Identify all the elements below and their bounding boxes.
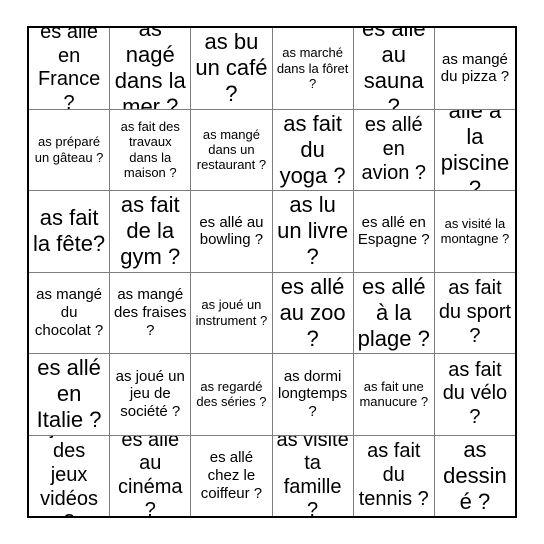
bingo-cell-label: as nagé dans la mer ? [114, 28, 186, 109]
bingo-cell[interactable]: es allé au cinéma ? [109, 435, 190, 517]
bingo-cell-label: as fait la fête? [33, 205, 106, 257]
bingo-cell[interactable]: allé à la piscine ? [433, 109, 515, 191]
bingo-row: es allé en France ? as nagé dans la mer ?… [29, 28, 515, 109]
bingo-cell-label: as fait une manucure ? [359, 378, 429, 410]
bingo-cell-label: joué des jeux vidéos ? [40, 436, 98, 517]
bingo-cell[interactable]: as fait du sport ? [433, 272, 515, 353]
bingo-cell[interactable]: as dormi longtemps ? [271, 354, 353, 435]
bingo-cell-label: as lu un livre ? [277, 192, 349, 270]
bingo-cell-label: as regardé des séries ? [196, 378, 267, 410]
bingo-cell[interactable]: as fait la fête? [29, 191, 109, 272]
bingo-cell[interactable]: as joué un jeu de société ? [109, 354, 190, 435]
bingo-cell-label: es allé en avion ? [361, 114, 427, 184]
bingo-cell-label: as préparé un gâteau ? [34, 134, 104, 165]
bingo-cell-label: as fait des travaux dans la maison ? [120, 119, 180, 181]
bingo-cell[interactable]: es allé au sauna ? [352, 28, 434, 109]
bingo-cell[interactable]: as visité ta famille ? [271, 435, 353, 517]
bingo-cell[interactable]: as mangé dans un restaurant ? [190, 109, 271, 190]
bingo-cell-label: as joué un instrument ? [195, 297, 268, 328]
bingo-cell-label: es allé au zoo ? [279, 273, 346, 351]
bingo-cell-label: allé à la piscine ? [440, 109, 510, 191]
bingo-cell[interactable]: as nagé dans la mer ? [109, 28, 190, 109]
bingo-cell-label: as joué un jeu de société ? [115, 367, 185, 421]
bingo-cell-label: as visité la montagne ? [440, 215, 510, 247]
bingo-cell-label: es allé en Espagne ? [357, 213, 430, 249]
bingo-cell-label: as mangé dans un restaurant ? [196, 126, 267, 173]
bingo-cell[interactable]: as visité la montagne ? [433, 191, 515, 272]
bingo-cell-label: es allé en France ? [37, 28, 101, 109]
bingo-cell[interactable]: as fait du vélo ? [433, 354, 515, 435]
bingo-row: es allé en Italie ? as joué un jeu de soc… [29, 353, 515, 435]
bingo-cell-label: as fait de la gym ? [120, 192, 181, 270]
bingo-cell-label: es allé à la plage ? [357, 273, 430, 351]
bingo-cell[interactable]: as mangé du chocolat ? [29, 273, 109, 354]
bingo-cell-label: es allé chez le coiffeur ? [200, 449, 263, 502]
bingo-cell-label: es allé en Italie ? [36, 355, 102, 433]
bingo-cell-label: as dessiné ? [443, 436, 507, 514]
bingo-cell[interactable]: as joué un instrument ? [190, 272, 271, 353]
bingo-cell[interactable]: es allé au zoo ? [271, 272, 353, 353]
bingo-cell-label: es allé au cinéma ? [118, 435, 183, 517]
bingo-cell[interactable]: joué des jeux vidéos ? [29, 436, 109, 517]
bingo-cell[interactable]: es allé en Espagne ? [352, 191, 434, 272]
bingo-row: as fait la fête? as fait de la gym ? es al… [29, 190, 515, 272]
bingo-cell-label: as fait du sport ? [438, 277, 512, 347]
bingo-row: joué des jeux vidéos ? es allé au cinéma … [29, 434, 515, 517]
bingo-cell-label: as bu un café ? [195, 29, 268, 107]
bingo-cell[interactable]: es allé en Italie ? [29, 354, 109, 435]
bingo-cell[interactable]: es allé en avion ? [352, 109, 434, 190]
bingo-cell[interactable]: as regardé des séries ? [190, 354, 271, 435]
bingo-cell-label: as mangé du chocolat ? [34, 286, 104, 339]
bingo-cell-label: as marché dans la fôret ? [276, 45, 349, 91]
bingo-cell-label: as visité ta famille ? [276, 435, 349, 517]
bingo-cell[interactable]: as mangé des fraises ? [109, 272, 190, 353]
bingo-cell-label: as fait du yoga ? [279, 110, 346, 188]
bingo-cell-label: as mangé des fraises ? [113, 286, 187, 339]
bingo-cell[interactable]: as fait du tennis ? [352, 435, 434, 516]
bingo-cell[interactable]: as fait une manucure ? [352, 354, 434, 435]
bingo-cell[interactable]: as dessiné ? [433, 435, 515, 516]
bingo-cell[interactable]: es allé au bowling ? [190, 191, 271, 272]
bingo-row: as préparé un gâteau ? as fait des travau… [29, 108, 515, 191]
bingo-cell[interactable]: as fait du yoga ? [271, 109, 353, 190]
bingo-cell[interactable]: as fait des travaux dans la maison ? [109, 109, 190, 190]
bingo-cell[interactable]: as bu un café ? [190, 28, 271, 109]
bingo-cell-label: as dormi longtemps ? [277, 367, 348, 421]
bingo-cell-label: es allé au bowling ? [199, 213, 264, 249]
bingo-cell[interactable]: as préparé un gâteau ? [29, 110, 109, 191]
bingo-cell[interactable]: es allé chez le coiffeur ? [190, 435, 271, 516]
bingo-cell-label: as fait du vélo ? [442, 358, 508, 429]
bingo-cell[interactable]: es allé à la plage ? [352, 272, 434, 353]
bingo-row: as mangé du chocolat ? as mangé des frais… [29, 271, 515, 354]
bingo-cell-label: es allé au sauna ? [361, 28, 426, 109]
bingo-cell[interactable]: as marché dans la fôret ? [271, 28, 353, 109]
bingo-cell[interactable]: as fait de la gym ? [109, 191, 190, 272]
bingo-cell[interactable]: as mangé du pizza ? [433, 28, 515, 109]
bingo-cell[interactable]: es allé en France ? [29, 28, 109, 109]
bingo-card: es allé en France ? as nagé dans la mer ?… [27, 26, 517, 518]
bingo-cell[interactable]: as lu un livre ? [271, 191, 353, 272]
bingo-cell-label: as fait du tennis ? [358, 440, 429, 510]
bingo-cell-label: as mangé du pizza ? [440, 50, 510, 86]
